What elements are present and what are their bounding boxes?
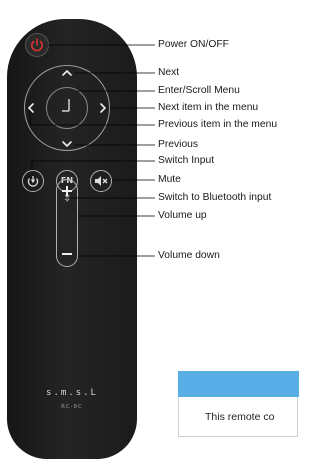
diagram: FN s.m.s.L RC-8C Power ON/OFF Next Enter…: [0, 0, 299, 461]
callout-previous-item: Previous item in the menu: [158, 119, 278, 130]
callout-switch-input: Switch Input: [158, 155, 215, 166]
callout-mute: Mute: [158, 174, 181, 185]
leader-line-bluetooth: [66, 197, 155, 199]
callout-power: Power ON/OFF: [158, 39, 229, 50]
callout-next-item: Next item in the menu: [158, 102, 259, 113]
callout-enter: Enter/Scroll Menu: [158, 85, 240, 96]
callout-volume-down: Volume down: [158, 250, 220, 261]
leader-line-previous-item: [29, 110, 155, 126]
callout-bluetooth: Switch to Bluetooth input: [158, 192, 272, 203]
callout-previous: Previous: [158, 139, 199, 150]
callout-volume-up: Volume up: [158, 210, 207, 221]
callout-next: Next: [158, 67, 180, 78]
leader-line-switch-input: [31, 160, 155, 170]
popup-header: [178, 371, 299, 397]
popup-text: This remote co: [205, 411, 275, 423]
